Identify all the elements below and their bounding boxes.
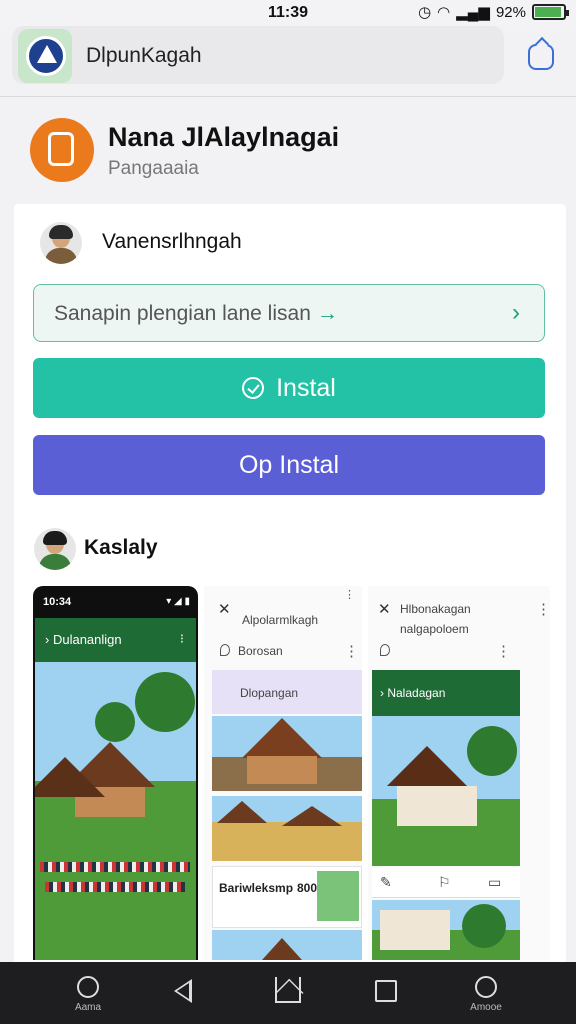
open-install-button[interactable]: Op Instal [33,435,545,495]
screenshot-1[interactable]: 10:34 ▾ ◢ ▮ › Dulananlign ⁝ [33,586,198,960]
chevron-right-icon[interactable]: › [512,299,520,327]
screenshot-2[interactable]: ✕ Alpolarmlkagh ⋮ Borosan ⋮ Dlopangan Ba… [204,586,362,960]
screenshot-subtitle: nalgapoloem [400,622,469,636]
check-icon [242,377,265,399]
signal-icon: ▂▄▆ [456,4,490,21]
menu-icon: ⁝ [179,631,184,646]
arrow-right-icon: → [316,302,338,325]
nav-right-label: Amooe [470,1002,502,1013]
app-bar: › Dulananlign ⁝ [35,618,196,662]
village-photo [212,796,362,861]
card-title: Bariwleksmp [219,881,294,895]
alarm-icon: ◷ [418,4,432,21]
address-bar[interactable]: DlpunKagah [12,26,504,84]
battery-icon [532,4,569,20]
close-icon: ✕ [218,601,231,618]
building-photo [212,930,362,960]
header-card: Dlopangan [212,670,362,714]
app-bar-title: Dulananlign [52,632,122,647]
battery-percent: 92% [495,3,526,21]
action-row: ✎ ⚐ ▭ [372,868,520,898]
status-bar: 11:39 ◷ ◠ ▂▄▆ 92% [0,0,576,26]
nav-left-label: Aama [74,1002,102,1013]
app-bar-title: Naladagan [387,686,446,700]
status-icons: ◷ ◠ ▂▄▆ 92% [418,3,569,21]
divider [0,96,576,97]
screenshot-title: Hlbonakagan [400,602,471,616]
wifi-icon: ◠ [437,4,451,21]
app-name: Nana JlAlaylnagai [108,122,340,152]
circle-icon [475,976,497,998]
screenshot-3[interactable]: ✕ Hlbonakagan nalgapoloem ⋮ ⋮ › Naladaga… [368,586,550,960]
info-card: Bariwleksmp 800 [212,866,362,928]
developer-name: Kaslaly [84,536,158,559]
app-subtitle: Pangaaaia [108,158,199,179]
avatar [40,222,82,264]
overflow-icon: ⋮ [344,643,359,660]
search-input[interactable]: Sanapin plengian lane lisan → › [33,284,545,342]
developer-avatar [34,528,76,570]
chevron-right-icon: › [45,632,50,647]
pin-icon [380,644,390,656]
bookmark-icon[interactable]: ⚐ [438,874,451,891]
app-bar: › Naladagan [372,670,520,716]
reviewer-name: Vanensrlhngah [102,230,242,253]
screenshot-title: Alpolarmlkagh [242,613,319,627]
pin-icon [220,644,230,656]
overflow-icon: ⋮ [536,601,550,618]
edit-icon[interactable]: ✎ [380,874,392,891]
circle-icon [77,976,99,998]
close-icon: ✕ [378,601,391,618]
install-label: Instal [276,373,336,402]
overflow-icon: ⋮ [496,643,511,660]
thumbnail [317,871,359,921]
building-photo [212,716,362,791]
nav-right-button[interactable]: Amooe [456,962,516,1024]
overflow-icon: ⋮ [344,589,355,601]
header-text: Dlopangan [240,686,299,700]
status-icons: ▾ ◢ ▮ [166,596,190,607]
house-photo [372,716,520,866]
home-icon[interactable] [275,977,301,1003]
status-time: 10:34 [43,596,72,608]
share-icon[interactable] [528,44,554,70]
app-icon [30,118,94,182]
site-logo [18,29,72,83]
nav-left-button[interactable]: Aama [58,962,118,1024]
chevron-right-icon: › [380,686,384,700]
url-text[interactable]: DlpunKagah [86,44,202,68]
navigation-bar: Aama Amooe [0,962,576,1024]
village-photo [35,662,196,960]
location-text: Borosan [238,644,283,658]
back-icon[interactable] [174,979,192,1003]
card-number: 800 [297,881,318,895]
image-icon[interactable]: ▭ [488,874,501,891]
house-photo [372,900,520,960]
open-install-label: Op Instal [238,450,340,479]
install-button[interactable]: Instal [33,358,545,418]
recents-icon[interactable] [375,980,397,1002]
search-placeholder: Sanapin plengian lane lisan [54,302,311,325]
